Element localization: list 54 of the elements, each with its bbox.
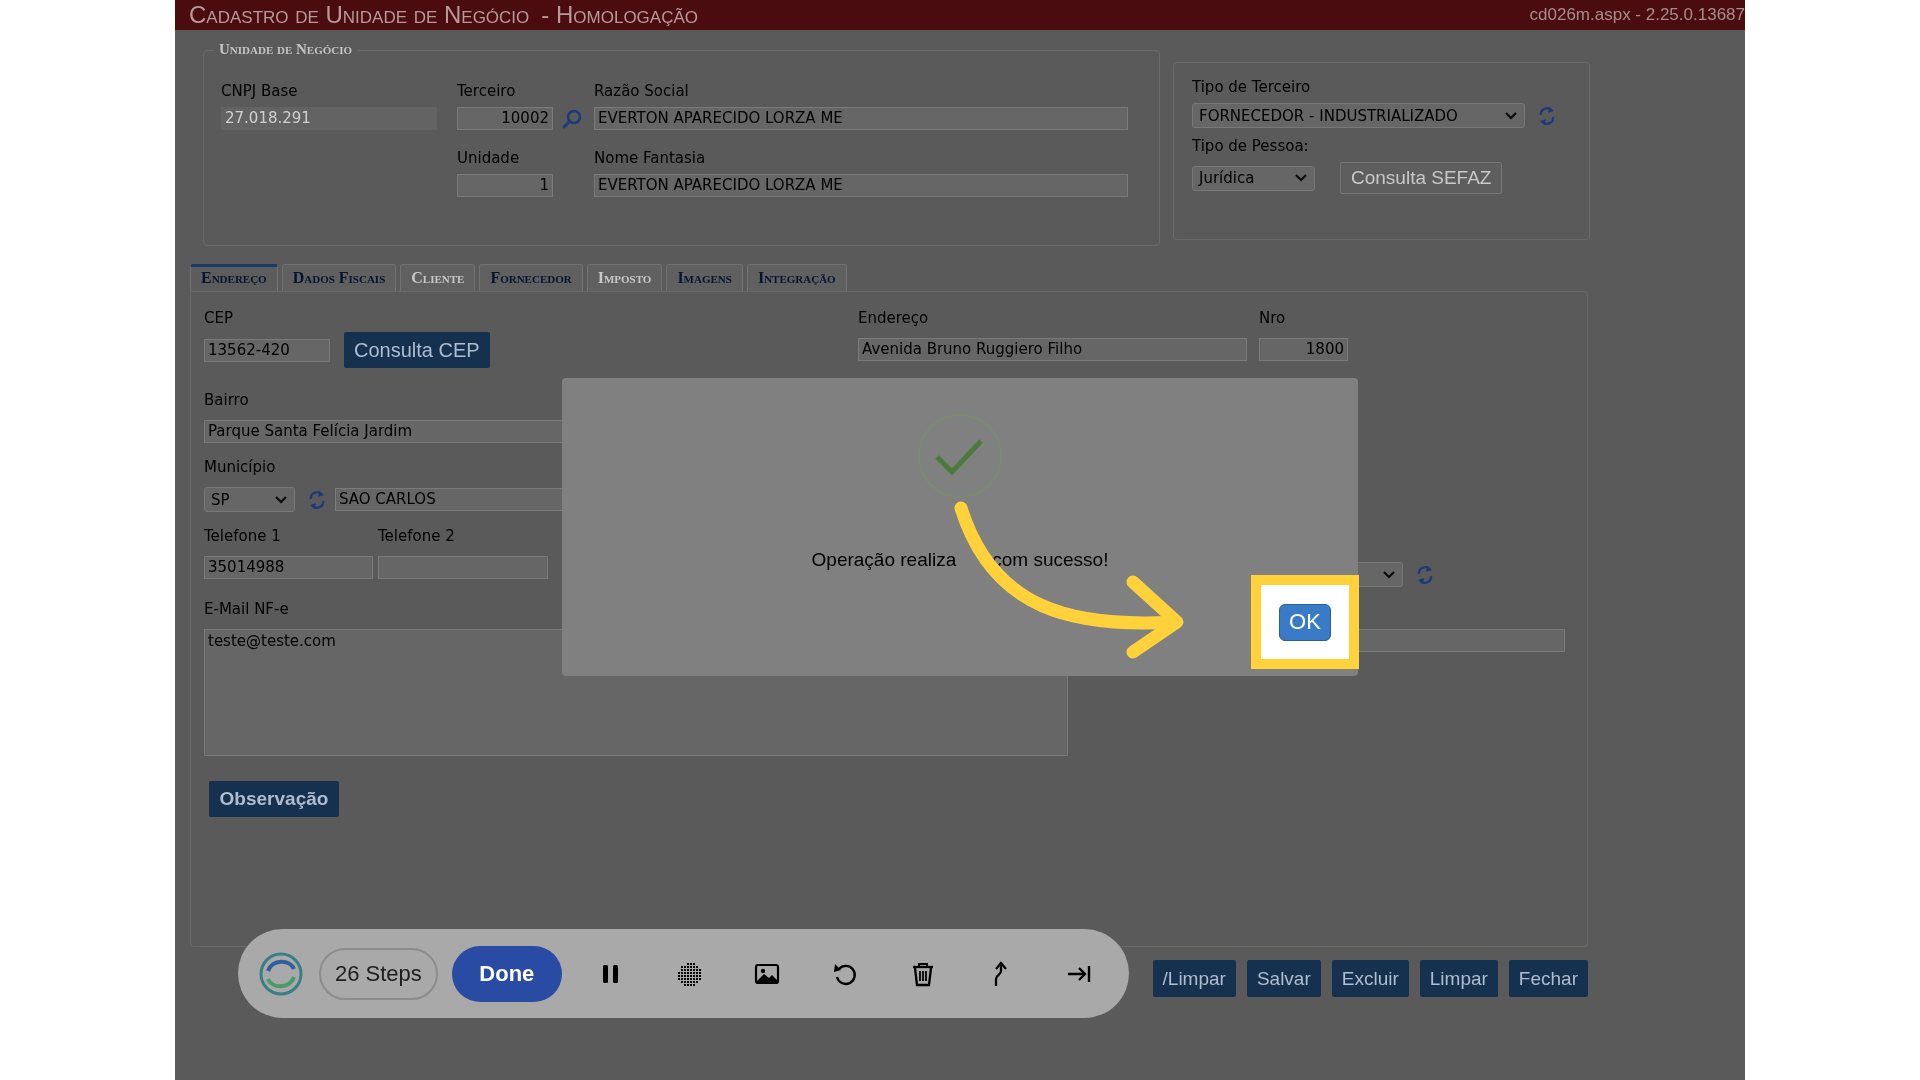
- chevron-icon: [1504, 110, 1518, 121]
- input-field[interactable]: [378, 556, 548, 579]
- steps-counter[interactable]: 26 Steps: [319, 947, 438, 1000]
- environment-label: - Homologação: [541, 1, 698, 29]
- field-label: Nro: [1259, 308, 1286, 328]
- observacao-button[interactable]: Observação: [209, 781, 339, 817]
- field-label: CNPJ Base: [221, 81, 298, 101]
- version-label: cd026m.aspx - 2.25.0.13687: [1529, 5, 1745, 25]
- select-field[interactable]: FORNECEDOR - INDUSTRIALIZADO: [1192, 103, 1525, 128]
- done-button[interactable]: Done: [451, 945, 562, 1002]
- select-field[interactable]: SP: [204, 487, 295, 512]
- field-label: E-Mail NF-e: [204, 599, 289, 619]
- chevron-icon: [274, 494, 288, 505]
- select-field[interactable]: Jurídica: [1192, 165, 1315, 191]
- tab[interactable]: Fornecedor: [479, 264, 583, 291]
- tab[interactable]: Imagens: [666, 264, 743, 291]
- window-title: Cadastro de Unidade de Negócio: [189, 1, 530, 29]
- chevron-icon: [1294, 173, 1308, 183]
- input-field[interactable]: 1: [457, 174, 553, 197]
- tab[interactable]: Endereço: [190, 264, 278, 291]
- field-label: Endereço: [858, 308, 929, 328]
- blur-icon[interactable]: [675, 960, 702, 987]
- action-button[interactable]: Salvar: [1246, 960, 1321, 997]
- input-field[interactable]: 1800: [1259, 338, 1348, 361]
- ok-button[interactable]: OK: [1279, 603, 1331, 641]
- input-field[interactable]: EVERTON APARECIDO LORZA ME: [594, 107, 1128, 130]
- input-field[interactable]: 27.018.291: [221, 107, 437, 130]
- dialog-message: Operação realiza: [811, 549, 957, 571]
- field-label: Tipo de Terceiro: [1192, 77, 1312, 97]
- tab[interactable]: Dados Fiscais: [281, 264, 397, 291]
- consulta-cep-button[interactable]: Consulta CEP: [344, 332, 490, 368]
- field-label: Bairro: [204, 390, 249, 410]
- logo-icon: [258, 950, 304, 997]
- field-label: Terceiro: [457, 81, 516, 101]
- field-label: Nome Fantasia: [594, 148, 706, 168]
- action-button[interactable]: /Limpar: [1152, 960, 1236, 997]
- action-button[interactable]: Fechar: [1508, 960, 1588, 997]
- field-label: Telefone 1: [204, 526, 281, 546]
- input-field[interactable]: Avenida Bruno Ruggiero Filho: [858, 338, 1247, 361]
- field-label: CEP: [204, 308, 233, 328]
- field-label: Razão Social: [594, 81, 689, 101]
- input-field[interactable]: EVERTON APARECIDO LORZA ME: [594, 174, 1128, 197]
- field-label: Telefone 2: [378, 526, 455, 546]
- success-check-icon: [915, 411, 1005, 501]
- field-label: Unidade: [457, 148, 520, 168]
- field-label: Tipo de Pessoa:: [1192, 136, 1310, 156]
- action-button[interactable]: Excluir: [1331, 960, 1409, 997]
- input-field[interactable]: 13562-420: [204, 338, 330, 362]
- tab[interactable]: Integração: [746, 264, 847, 291]
- chevron-icon: [1382, 569, 1396, 580]
- action-button[interactable]: Limpar: [1419, 960, 1498, 997]
- input-field[interactable]: 35014988: [204, 556, 373, 579]
- input-field[interactable]: 10002: [457, 107, 553, 130]
- field-label: Município: [204, 457, 276, 477]
